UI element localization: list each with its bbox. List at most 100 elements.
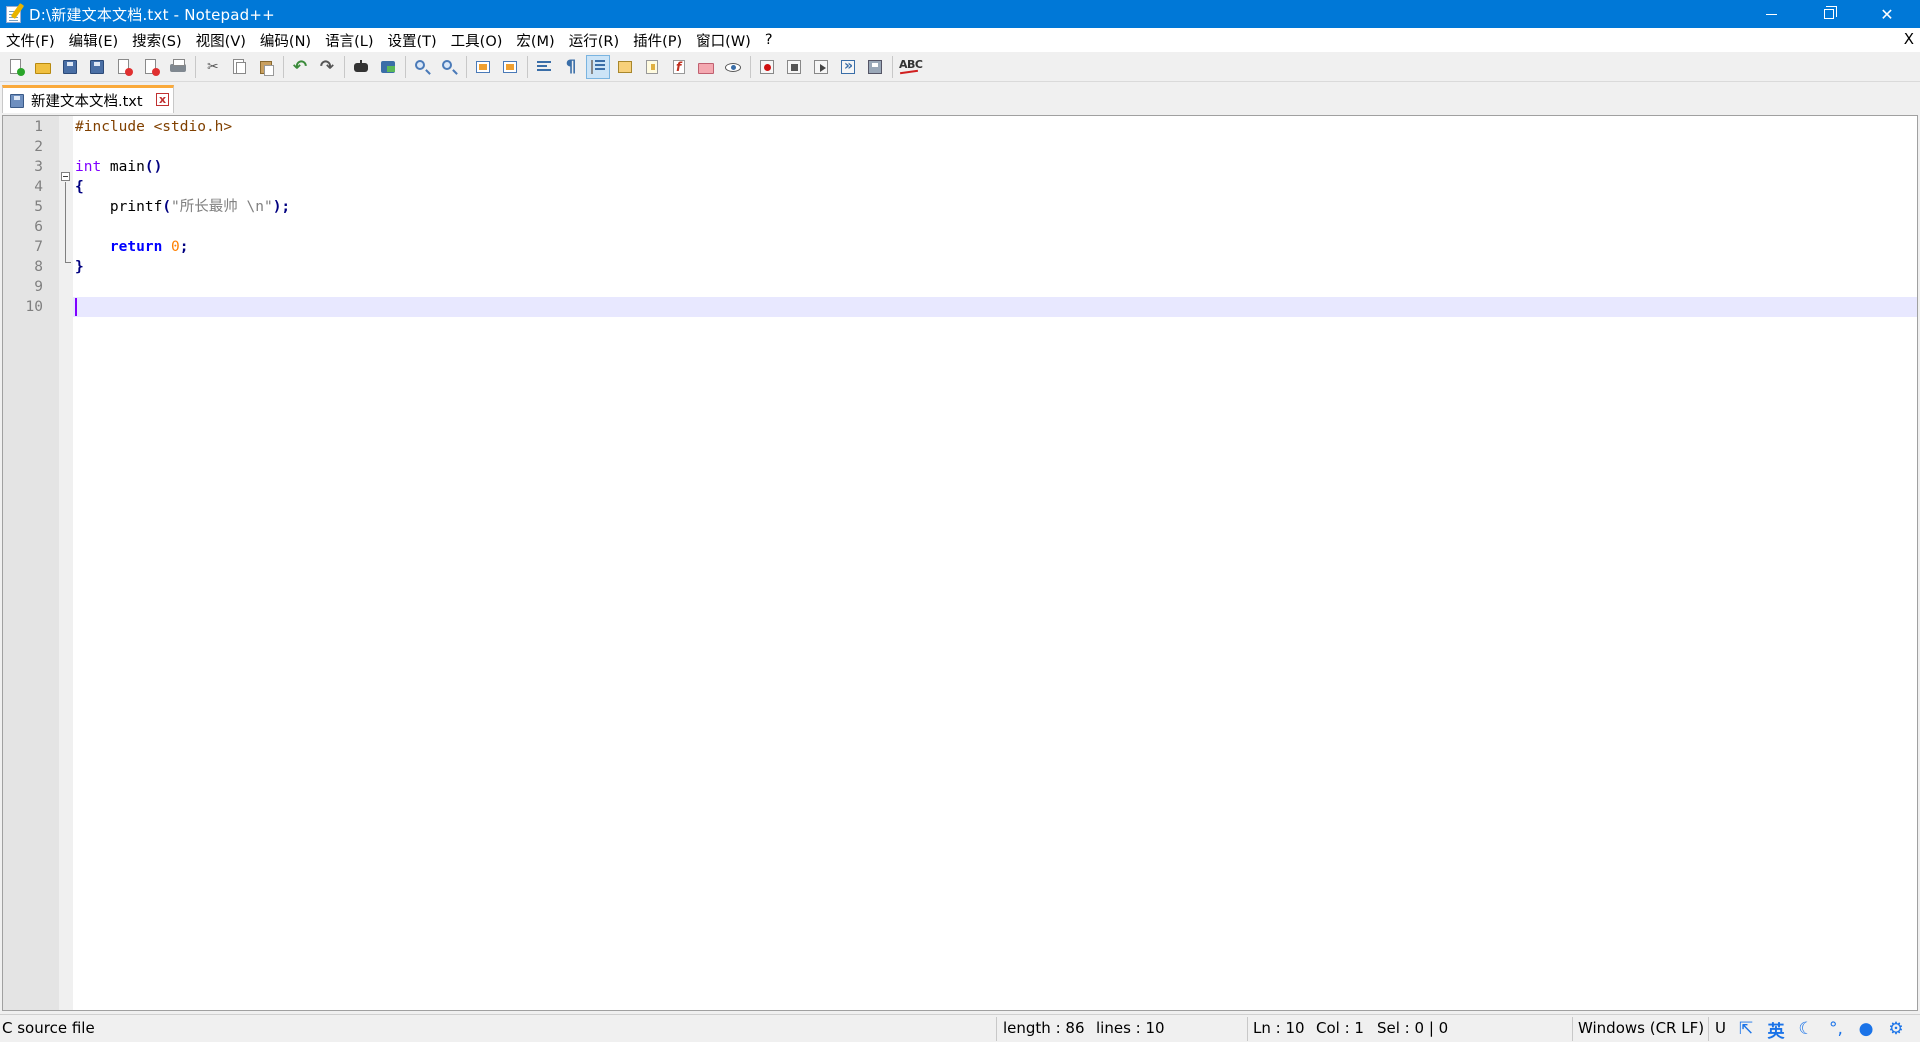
document-list-button[interactable] [640,55,664,79]
folder-as-workspace-button[interactable] [694,55,718,79]
print-button[interactable] [166,55,190,79]
save-button[interactable] [58,55,82,79]
menu-tools[interactable]: 工具(O) [451,29,503,52]
redo-button[interactable]: ↷ [315,55,339,79]
code-line: return 0; [75,237,189,257]
minimize-button[interactable] [1742,0,1800,28]
tab-document[interactable]: 新建文本文档.txt x [2,85,174,113]
editor[interactable]: 1 #include <stdio.h> 2 3 int main() 4 {5 print… [2,115,1918,1011]
menu-bar: 文件(F) 编辑(E) 搜索(S) 视图(V) 编码(N) 语言(L) 设置(T… [0,28,1920,52]
open-file-button[interactable] [31,55,55,79]
copy-button[interactable] [227,55,251,79]
replace-button[interactable] [376,55,400,79]
code-line: int main() [75,157,162,177]
ime-switch-icon[interactable]: ⇱ [1734,1017,1758,1041]
new-file-icon [8,58,25,76]
close-all-button[interactable] [139,55,163,79]
close-file-button[interactable] [112,55,136,79]
status-separator [1572,1017,1573,1041]
title-bar: D:\新建文本文档.txt - Notepad++ ✕ [0,0,1920,28]
close-window-button[interactable]: ✕ [1858,0,1916,28]
status-separator [1708,1017,1709,1041]
line-number: 5 [34,199,43,215]
word-wrap-button[interactable] [532,55,556,79]
zoom-in-button[interactable] [410,55,434,79]
paste-button[interactable] [254,55,278,79]
playback-button[interactable] [809,55,833,79]
text-cursor [75,298,77,316]
minimize-icon [1765,13,1777,15]
start-recording-button[interactable] [755,55,779,79]
close-document-button[interactable]: X [1904,30,1914,48]
function-list-icon [671,59,687,75]
settings-gear-icon[interactable]: ⚙ [1884,1017,1908,1041]
status-file-type: C source file [2,1019,95,1037]
menu-search[interactable]: 搜索(S) [132,29,182,52]
save-all-button[interactable] [85,55,109,79]
copy-icon [231,58,247,75]
document-map-icon [617,59,633,75]
find-button[interactable] [349,55,373,79]
toolbar-separator [405,55,406,78]
status-eol-format[interactable]: Windows (CR LF) [1578,1015,1704,1042]
document-map-button[interactable] [613,55,637,79]
user-icon[interactable]: ● [1854,1017,1878,1041]
menu-view[interactable]: 视图(V) [196,29,246,52]
fold-margin[interactable] [59,116,73,1010]
toolbar-separator [344,55,345,78]
zoom-out-icon [441,59,457,75]
menu-plugins[interactable]: 插件(P) [633,29,682,52]
fold-collapse-icon[interactable] [61,172,70,181]
stop-recording-button[interactable] [782,55,806,79]
line-number: 9 [34,279,43,295]
ime-language-indicator[interactable]: 英 [1764,1017,1788,1042]
indent-guide-icon [590,59,606,75]
undo-button[interactable]: ↶ [288,55,312,79]
punctuation-icon[interactable]: °, [1824,1017,1848,1041]
monitoring-button[interactable] [721,55,745,79]
sync-vertical-button[interactable] [471,55,495,79]
function-list-button[interactable] [667,55,691,79]
tab-close-icon[interactable]: x [156,93,169,106]
toolbar: ✂ ↶ ↷ ¶ ABC [0,52,1920,82]
line-number: 6 [34,219,43,235]
run-macro-multiple-button[interactable] [836,55,860,79]
toolbar-separator [750,55,751,78]
menu-file[interactable]: 文件(F) [6,29,55,52]
code-token: () [144,159,163,175]
status-encoding[interactable]: U [1715,1015,1726,1042]
status-selection: Sel : 0 | 0 [1377,1019,1449,1037]
menu-macro[interactable]: 宏(M) [516,29,554,52]
new-file-button[interactable] [4,55,28,79]
code-token: { [75,179,84,195]
code-line: #include <stdio.h> [75,117,232,137]
sync-horizontal-button[interactable] [498,55,522,79]
close-icon: ✕ [1880,4,1894,24]
moon-icon[interactable]: ☾ [1794,1017,1818,1041]
zoom-out-button[interactable] [437,55,461,79]
cut-button[interactable]: ✂ [200,55,224,79]
document-list-icon [644,59,660,75]
menu-window[interactable]: 窗口(W) [696,29,751,52]
tab-label: 新建文本文档.txt [31,94,143,110]
menu-language[interactable]: 语言(L) [325,29,373,52]
show-all-characters-button[interactable]: ¶ [559,55,583,79]
sync-horizontal-icon [502,59,518,75]
menu-edit[interactable]: 编辑(E) [69,29,118,52]
status-line-number: Ln : 10 [1253,1019,1305,1037]
code-token: ; [179,239,189,255]
line-number: 4 [34,179,43,195]
restore-button[interactable] [1800,0,1858,28]
menu-help[interactable]: ? [765,31,773,49]
indent-guide-button[interactable] [586,54,610,79]
menu-encoding[interactable]: 编码(N) [260,29,311,52]
menu-run[interactable]: 运行(R) [569,29,619,52]
save-macro-button[interactable] [863,55,887,79]
line-number: 3 [34,159,43,175]
spell-check-button[interactable]: ABC [897,55,923,79]
notepad-app-icon[interactable] [3,3,25,25]
menu-settings[interactable]: 设置(T) [387,29,436,52]
code-token: int [75,159,102,175]
code-token: main [101,159,145,175]
